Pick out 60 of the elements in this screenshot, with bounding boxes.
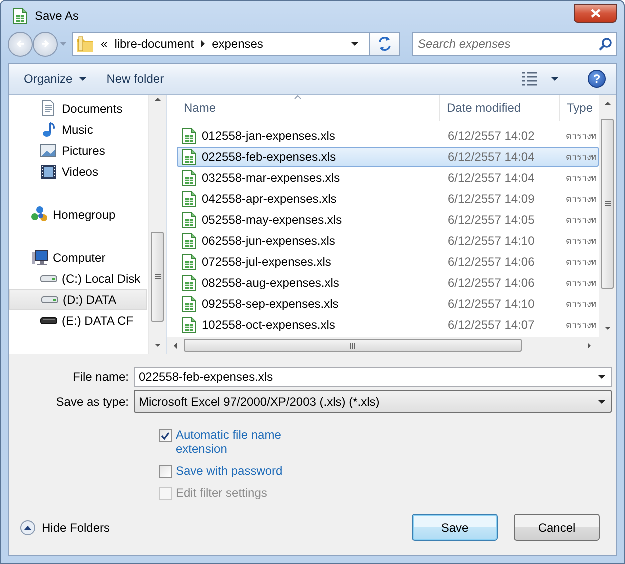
date-modified: 6/12/2557 14:10 [447, 234, 536, 248]
file-type: ตารางท [565, 130, 598, 143]
file-name[interactable]: 102558-oct-expenses.xls [202, 318, 336, 332]
file-type: ตารางท [565, 277, 598, 290]
date-modified: 6/12/2557 14:02 [447, 129, 536, 143]
date-modified: 6/12/2557 14:09 [447, 192, 536, 206]
date-modified: 6/12/2557 14:06 [447, 255, 536, 269]
file-name[interactable]: 092558-sep-expenses.xls [202, 297, 339, 311]
column-header[interactable]: Date modified [440, 95, 560, 121]
nav-item[interactable]: Pictures [9, 140, 147, 161]
column-header[interactable]: Type [560, 95, 599, 121]
field-label: File name: [72, 370, 130, 384]
dialog-button[interactable]: Cancel [514, 514, 600, 541]
file-name-field[interactable]: 022558-feb-expenses.xls [134, 366, 612, 386]
file-type: ตารางท [565, 172, 598, 185]
breadcrumb[interactable]: libre-document [114, 37, 194, 51]
hide-folders-button[interactable]: Hide Folders [20, 520, 110, 536]
overflow-chevron[interactable]: « [101, 37, 108, 51]
date-modified: 6/12/2557 14:05 [447, 213, 536, 227]
file-type: ตารางท [565, 298, 598, 311]
date-modified: 6/12/2557 14:07 [447, 318, 536, 332]
nav-item[interactable]: Videos [9, 161, 147, 182]
file-name[interactable]: 072558-jul-expenses.xls [202, 255, 332, 269]
file-name[interactable]: 032558-mar-expenses.xls [202, 171, 340, 185]
file-name[interactable]: 022558-feb-expenses.xls [202, 150, 336, 164]
file-name[interactable]: 082558-aug-expenses.xls [202, 276, 340, 290]
dialog-button[interactable]: Save [412, 514, 498, 541]
nav-item[interactable]: (E:) DATA CF [9, 310, 147, 331]
file-type: ตารางท [565, 151, 598, 164]
field-label: Save as type: [55, 394, 130, 408]
date-modified: 6/12/2557 14:06 [447, 276, 536, 290]
search-field[interactable]: Search expenses [412, 32, 617, 56]
file-type-dropdown[interactable]: Microsoft Excel 97/2000/XP/2003 (.xls) (*.xls) [134, 390, 612, 413]
file-type: ตารางท [565, 319, 598, 332]
date-modified: 6/12/2557 14:04 [447, 171, 536, 185]
checkbox-label[interactable]: Save with password [176, 464, 283, 478]
file-type: ตารางท [565, 235, 598, 248]
selected-row-highlight[interactable]: 022558-feb-expenses.xls 6/12/2557 14:04 ตารางท [177, 147, 599, 167]
file-name[interactable]: 012558-jan-expenses.xls [202, 129, 336, 143]
nav-item[interactable]: Homegroup [9, 204, 147, 225]
date-modified: 6/12/2557 14:04 [447, 150, 536, 164]
nav-item[interactable]: Music [9, 119, 147, 140]
file-name[interactable]: 052558-may-expenses.xls [202, 213, 342, 227]
file-type: ตารางท [565, 214, 598, 227]
nav-item[interactable]: Documents [9, 98, 147, 119]
organize-menu[interactable]: Organize [19, 67, 92, 91]
checkbox-label[interactable]: Automatic file name extension [176, 428, 299, 456]
file-type: ตารางท [565, 256, 598, 269]
new-folder-button[interactable]: New folder [102, 67, 170, 91]
address-bar[interactable]: « libre-document expenses [72, 32, 370, 56]
window-title: Save As [35, 9, 80, 23]
file-name[interactable]: 042558-apr-expenses.xls [202, 192, 337, 206]
nav-item[interactable]: (C:) Local Disk [9, 268, 147, 289]
nav-item[interactable]: Computer [9, 247, 147, 268]
breadcrumb[interactable]: expenses [212, 37, 264, 51]
date-modified: 6/12/2557 14:10 [447, 297, 536, 311]
file-type: ตารางท [565, 193, 598, 206]
nav-item[interactable]: (D:) DATA [9, 289, 147, 310]
file-name[interactable]: 062558-jun-expenses.xls [202, 234, 336, 248]
column-header[interactable]: Name [177, 95, 440, 121]
